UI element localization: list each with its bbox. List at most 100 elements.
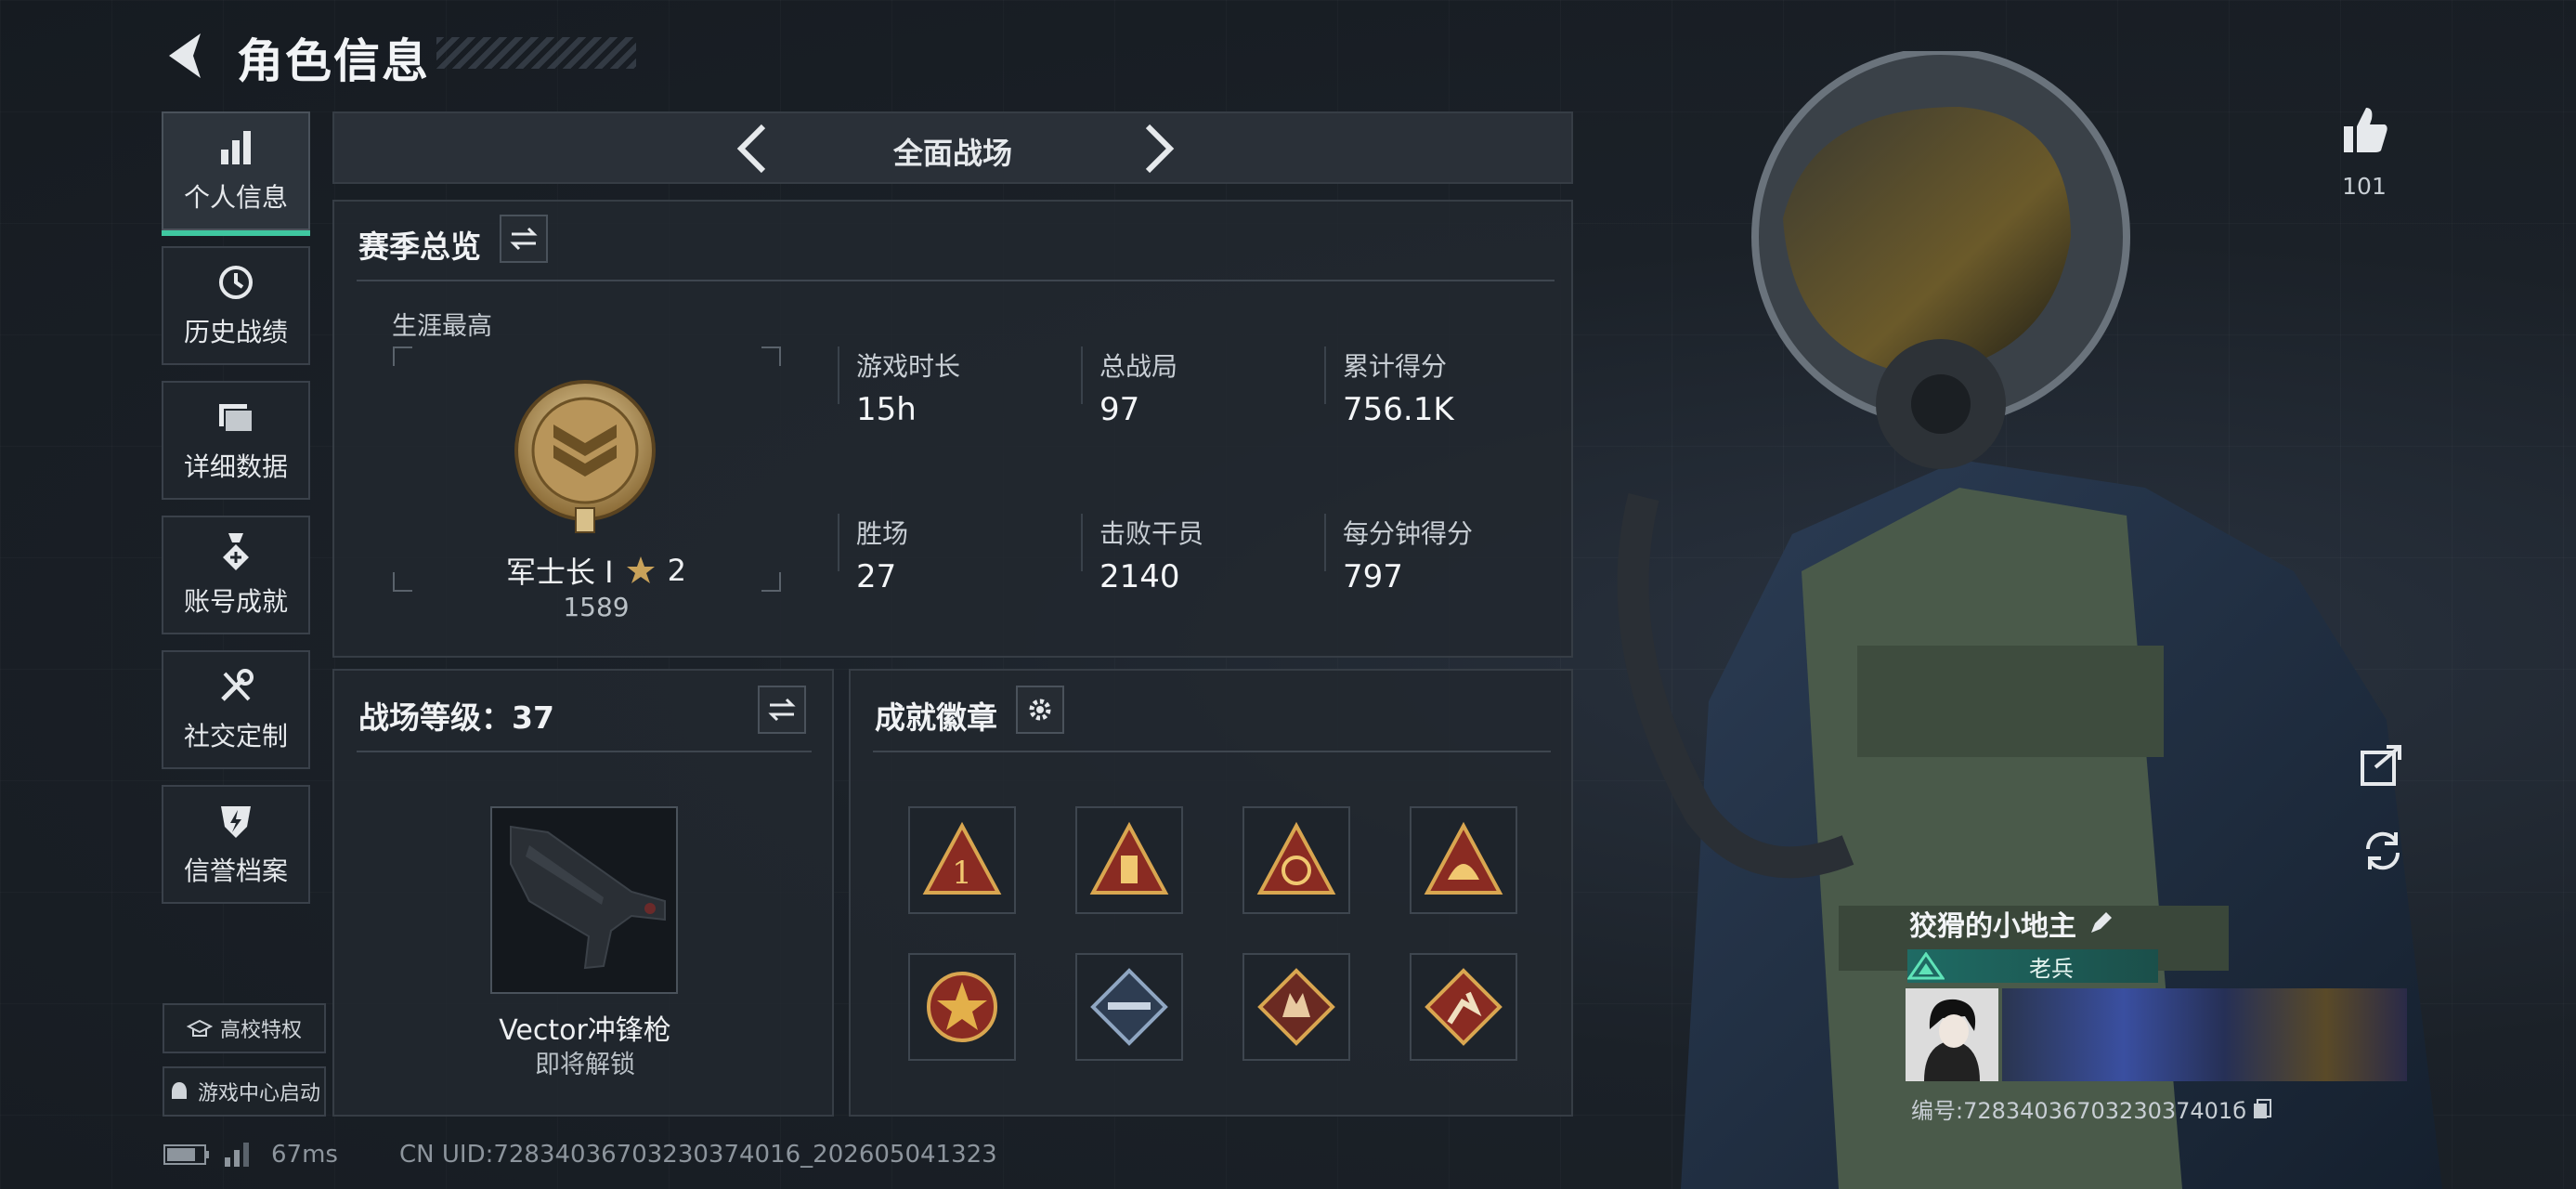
- nav-item-detailed-data[interactable]: 详细数据: [162, 381, 310, 500]
- ammo-badge-icon: [1089, 821, 1169, 895]
- achievement-badges-title: 成就徽章: [875, 699, 997, 736]
- helmet-badge-icon: [1424, 821, 1503, 895]
- rank-emblem-icon: [514, 380, 656, 533]
- nav-label: 详细数据: [183, 451, 288, 482]
- stat-value-kills: 2140: [1099, 558, 1180, 595]
- badge-slot[interactable]: [1075, 953, 1183, 1061]
- stat-label-kills: 击败干员: [1099, 518, 1204, 549]
- career-best-label: 生涯最高: [392, 312, 492, 341]
- nav-item-social-custom[interactable]: 社交定制: [162, 650, 310, 769]
- target-badge-icon: [1256, 821, 1336, 895]
- nav-label: 社交定制: [183, 721, 288, 751]
- game-mode-label: 全面战场: [892, 136, 1012, 171]
- swap-icon: [510, 227, 538, 251]
- section-divider: [357, 280, 1555, 281]
- nav-item-personal-info[interactable]: 个人信息: [162, 111, 310, 236]
- veteran-rank-icon: [1907, 952, 1945, 980]
- badge-slot[interactable]: 1: [908, 806, 1016, 914]
- swap-icon: [768, 698, 796, 722]
- rank-points: 1589: [563, 592, 630, 622]
- player-id: 编号:7283403670323037401б: [1911, 1098, 2247, 1124]
- rank-name: 军士长 I: [506, 555, 614, 590]
- player-id-row: 编号:7283403670323037401б: [1911, 1092, 2272, 1125]
- weapon-name: Vector冲锋枪: [499, 1014, 671, 1047]
- avatar[interactable]: [1906, 988, 1998, 1081]
- stat-separator: [838, 346, 839, 404]
- title-stripe-decoration: [436, 37, 636, 69]
- season-overview-title: 赛季总览: [358, 229, 481, 265]
- bar-chart-icon: [221, 131, 251, 164]
- player-card[interactable]: 狡猾的小地主 老兵: [1904, 903, 2409, 1083]
- stat-separator: [1324, 514, 1326, 571]
- battery-icon: [163, 1144, 209, 1165]
- weapon-unlock-status: 即将解锁: [535, 1051, 635, 1079]
- shield-bolt-icon: [221, 806, 251, 838]
- runner-badge-icon: [1425, 968, 1503, 1046]
- thumbs-up-icon[interactable]: [2338, 104, 2390, 156]
- achievement-badges-panel: 成就徽章 1: [849, 669, 1573, 1117]
- player-name-row: 狡猾的小地主: [1909, 903, 2114, 944]
- stat-value-playtime: 15h: [856, 391, 917, 428]
- nav-item-history[interactable]: 历史战绩: [162, 246, 310, 365]
- nav-label: 账号成就: [183, 586, 288, 617]
- stat-separator: [1081, 346, 1083, 404]
- rank-stars: 2: [667, 553, 686, 588]
- badge-slot[interactable]: [1410, 953, 1517, 1061]
- season-overview-panel: 赛季总览 生涯最高 军士长 I 2 1589 游戏时长 15h 总战局 97 累…: [332, 200, 1573, 658]
- campus-privilege-button[interactable]: 高校特权: [163, 1003, 326, 1053]
- badge-slot[interactable]: [1410, 806, 1517, 914]
- ping-value: 67ms: [271, 1141, 338, 1169]
- player-name: 狡猾的小地主: [1909, 910, 2076, 943]
- smg-weapon-icon: [510, 825, 666, 970]
- nav-item-achievements[interactable]: 账号成就: [162, 516, 310, 634]
- nav-label: 历史战绩: [183, 317, 288, 347]
- page-title: 角色信息: [237, 34, 430, 88]
- title-tag: 老兵: [1907, 949, 2158, 983]
- wolf-badge-icon: [1257, 968, 1335, 1046]
- graduation-cap-icon: [186, 1019, 213, 1037]
- title-tag-label: 老兵: [2029, 955, 2074, 982]
- season-switch-button[interactable]: [500, 215, 548, 263]
- weapon-image[interactable]: [490, 806, 678, 994]
- badge-settings-button[interactable]: [1016, 686, 1064, 734]
- game-center-icon: [171, 1082, 187, 1099]
- back-arrow-icon[interactable]: [160, 28, 215, 84]
- game-center-label: 游戏中心启动: [197, 1082, 320, 1105]
- nav-label: 信誉档案: [183, 856, 288, 886]
- badge-slot[interactable]: [1075, 806, 1183, 914]
- share-icon[interactable]: [2359, 739, 2407, 788]
- badge-slot[interactable]: [1242, 953, 1350, 1061]
- signal-icon: [225, 1143, 249, 1167]
- svg-text:1: 1: [952, 855, 972, 892]
- section-divider: [357, 751, 812, 752]
- rank-1-badge-icon: 1: [922, 821, 1002, 895]
- stat-label-score-per-minute: 每分钟得分: [1343, 518, 1474, 549]
- likes-count: 101: [2342, 173, 2387, 200]
- stat-separator: [1081, 514, 1083, 571]
- battle-level-switch-button[interactable]: [758, 686, 806, 734]
- refresh-icon[interactable]: [2359, 827, 2407, 875]
- game-mode-selector: 全面战场: [332, 111, 1573, 184]
- badge-slot[interactable]: [908, 953, 1016, 1061]
- campus-privilege-label: 高校特权: [219, 1019, 302, 1042]
- stat-value-wins: 27: [856, 558, 897, 595]
- rifle-badge-icon: [1090, 968, 1168, 1046]
- battle-level-panel: 战场等级：37 Vector冲锋枪 即将解锁: [332, 669, 834, 1117]
- edit-pencil-icon[interactable]: [2088, 910, 2114, 936]
- game-center-button[interactable]: 游戏中心启动: [163, 1066, 326, 1117]
- stat-label-total-score: 累计得分: [1343, 351, 1448, 382]
- chevron-right-icon[interactable]: [1140, 123, 1177, 175]
- battle-level-title: 战场等级：37: [358, 699, 554, 736]
- badge-slot[interactable]: [1242, 806, 1350, 914]
- star-wreath-badge-icon: [927, 972, 997, 1042]
- avatar-portrait-icon: [1924, 999, 1980, 1081]
- stat-value-score-per-minute: 797: [1343, 558, 1403, 595]
- profile-banner[interactable]: [2002, 988, 2407, 1081]
- copy-icon[interactable]: [2252, 1098, 2272, 1120]
- nav-item-credit-record[interactable]: 信誉档案: [162, 785, 310, 904]
- medal-icon: [223, 533, 249, 570]
- stat-separator: [838, 514, 839, 571]
- stat-value-total-score: 756.1K: [1343, 391, 1454, 428]
- stat-separator: [1324, 346, 1326, 404]
- gear-icon: [1029, 699, 1051, 721]
